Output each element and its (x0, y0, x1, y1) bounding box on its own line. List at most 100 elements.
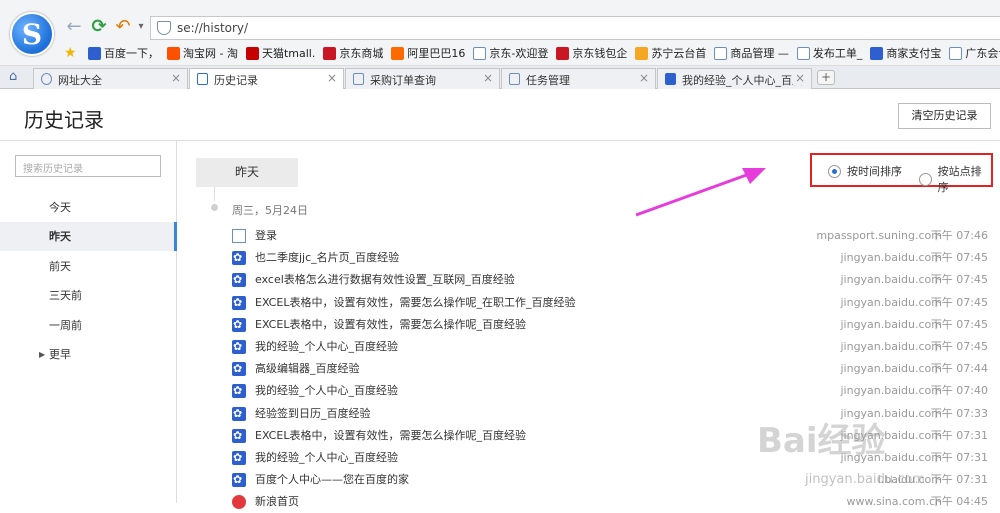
star-icon[interactable]: ★ (64, 45, 77, 61)
bookmark-item[interactable]: 百度一下， (88, 45, 159, 61)
close-icon[interactable]: × (327, 71, 337, 85)
history-row[interactable]: 我的经验_个人中心_百度经验 jingyan.baidu.com下午 07:40 (232, 380, 992, 402)
bookmark-item[interactable]: 商家支付宝 (870, 45, 941, 61)
bookmark-label: 阿里巴巴16 (407, 47, 466, 60)
history-row[interactable]: EXCEL表格中，设置有效性，需要怎么操作呢_在职工作_百度经验 jingyan.… (232, 292, 992, 314)
tab-task-management[interactable]: 任务管理 × (501, 68, 656, 89)
history-title-link[interactable]: 高级编辑器_百度经验 (255, 358, 360, 380)
tab-nav-sites[interactable]: 网址大全 × (33, 68, 188, 89)
close-icon[interactable]: × (483, 71, 493, 85)
history-title-link[interactable]: 我的经验_个人中心_百度经验 (255, 380, 398, 402)
bookmark-label: 苏宁云台首 (651, 47, 707, 60)
sidebar-item-today[interactable]: 今天 (0, 193, 177, 222)
baidu-paw-icon (232, 269, 246, 291)
bookmark-item[interactable]: 苏宁云台首 (635, 45, 706, 61)
baidu-paw-icon (88, 46, 101, 60)
close-icon[interactable]: × (639, 71, 649, 85)
history-time: 下午 07:31 (930, 473, 988, 487)
tab-my-experience[interactable]: 我的经验_个人中心_百度 × (657, 68, 812, 89)
browser-toolbar: ← ⟳ ↶ ▾ se://history/ ★ 百度一下， 淘宝网 - 淘 天猫tm… (0, 0, 1000, 66)
bookmark-item[interactable]: 淘宝网 - 淘 (167, 45, 238, 61)
history-time: 下午 07:46 (930, 229, 988, 242)
annotation-arrow (635, 168, 766, 217)
page-icon (509, 73, 520, 85)
address-bar[interactable]: se://history/ (150, 16, 1000, 40)
caret-right-icon: ▶ (39, 350, 46, 359)
page-icon (796, 46, 810, 60)
history-title-link[interactable]: EXCEL表格中，设置有效性，需要怎么操作呢_在职工作_百度经验 (255, 292, 575, 314)
bookmark-item[interactable]: 京东-欢迎登 (473, 45, 548, 61)
watermark-logo: Bai经验 (757, 421, 886, 461)
history-site: jingyan.baidu.com (840, 384, 942, 398)
bookmark-label: 京东钱包企 (572, 47, 628, 60)
radio-icon (919, 172, 932, 186)
history-row[interactable]: 新浪首页 www.sina.com.cn 下午 04:45 (232, 491, 992, 513)
history-row[interactable]: 也二季度jjc_名片页_百度经验 jingyan.baidu.com下午 07:4… (232, 247, 992, 269)
refresh-icon[interactable]: ⟳ (89, 17, 109, 37)
page-header: 历史记录 清空历史记录 (0, 89, 1000, 141)
bookmark-item[interactable]: 发布工单_ (796, 45, 862, 61)
history-row[interactable]: 我的经验_个人中心_百度经验 jingyan.baidu.com下午 07:45 (232, 336, 992, 358)
suning-icon (635, 46, 649, 60)
history-row[interactable]: 登录 mpassport.suning.com 下午 07:46 (232, 225, 992, 247)
baidu-paw-icon (232, 469, 246, 491)
history-title-link[interactable]: 登录 (255, 225, 277, 247)
sidebar-item-three-days-ago[interactable]: 三天前 (0, 281, 177, 310)
history-time: 下午 07:45 (930, 340, 988, 353)
history-site: jingyan.baidu.com (840, 362, 942, 376)
browser-logo[interactable] (10, 12, 54, 56)
history-title-link[interactable]: 也二季度jjc_名片页_百度经验 (255, 247, 399, 269)
jd-icon (323, 46, 337, 60)
bookmark-label: 百度一下， (104, 47, 159, 60)
history-time: 下午 07:44 (930, 362, 988, 376)
chevron-down-icon[interactable]: ▾ (131, 17, 151, 37)
baidu-paw-icon (232, 380, 246, 402)
history-title-link[interactable]: 我的经验_个人中心_百度经验 (255, 336, 398, 358)
sidebar-item-earlier[interactable]: ▶ 更早 (0, 340, 177, 369)
new-tab-icon[interactable]: + (817, 70, 835, 85)
sidebar-item-week-ago[interactable]: 一周前 (0, 311, 177, 340)
tab-label: 任务管理 (526, 74, 570, 87)
baidu-paw-icon (232, 292, 246, 314)
sidebar-item-yesterday[interactable]: 昨天 (0, 222, 177, 251)
history-title-link[interactable]: 经验签到日历_百度经验 (255, 403, 371, 425)
home-icon[interactable]: ⌂ (9, 69, 17, 84)
bookmark-item[interactable]: 天猫tmall. (245, 45, 315, 61)
bookmark-item[interactable]: 京东商城 (323, 45, 383, 61)
radio-selected-icon (828, 164, 841, 178)
tab-history[interactable]: 历史记录 × (189, 68, 344, 90)
history-time: 下午 07:31 (930, 428, 988, 442)
tab-purchase-orders[interactable]: 采购订单查询 × (345, 68, 500, 89)
history-title-link[interactable]: excel表格怎么进行数据有效性设置_互联网_百度经验 (255, 269, 515, 291)
history-row[interactable]: EXCEL表格中，设置有效性，需要怎么操作呢_百度经验 jingyan.baidu… (232, 314, 992, 336)
bookmark-item[interactable]: 商品管理 — (714, 45, 789, 61)
history-site: jingyan.baidu.com (840, 340, 942, 353)
baidu-paw-icon (665, 73, 676, 85)
bookmarks-bar: 百度一下， 淘宝网 - 淘 天猫tmall. 京东商城 阿里巴巴16 京东-欢迎登 京东钱包… (88, 45, 1000, 63)
sort-by-time-radio[interactable]: 按时间排序 (828, 163, 902, 179)
search-input[interactable]: 搜索历史记录 (15, 155, 161, 177)
history-time: 下午 07:45 (930, 295, 988, 309)
history-row[interactable]: excel表格怎么进行数据有效性设置_互联网_百度经验 jingyan.baidu… (232, 269, 992, 291)
history-title-link[interactable]: EXCEL表格中，设置有效性，需要怎么操作呢_百度经验 (255, 314, 526, 336)
clear-history-button[interactable]: 清空历史记录 (898, 103, 991, 129)
bookmark-item[interactable]: 阿里巴巴16 (391, 45, 465, 61)
baidu-paw-icon (232, 425, 246, 447)
back-icon[interactable]: ← (64, 17, 84, 37)
date-label: 周三，5月24日 (232, 204, 308, 217)
history-row[interactable]: 高级编辑器_百度经验 jingyan.baidu.com下午 07:44 (232, 358, 992, 380)
bookmark-item[interactable]: 京东钱包企 (556, 45, 627, 61)
undo-icon[interactable]: ↶ (113, 17, 133, 37)
sort-by-site-radio[interactable]: 按站点排序 (919, 163, 991, 195)
bookmark-item[interactable]: 广东会计信 (949, 45, 1000, 61)
history-time: 下午 07:31 (930, 451, 988, 464)
history-title-link[interactable]: 我的经验_个人中心_百度经验 (255, 447, 398, 469)
close-icon[interactable]: × (792, 71, 805, 85)
timeline-dot (211, 204, 218, 211)
sidebar-item-day-before[interactable]: 前天 (0, 252, 177, 281)
close-icon[interactable]: × (171, 71, 181, 85)
history-title-link[interactable]: 新浪首页 (255, 491, 299, 513)
history-title-link[interactable]: EXCEL表格中，设置有效性，需要怎么操作呢_百度经验 (255, 425, 526, 447)
history-title-link[interactable]: 百度个人中心——您在百度的家 (255, 469, 409, 491)
taobao-icon (167, 46, 180, 60)
